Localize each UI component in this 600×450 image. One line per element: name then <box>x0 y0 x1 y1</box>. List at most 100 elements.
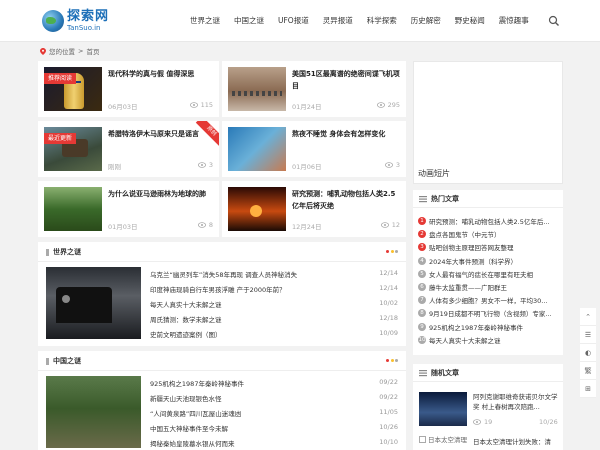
list-item[interactable]: 乌克兰“幽灵列车”消失58年再现 调查人员神秘消失 <box>150 269 297 279</box>
view-count: 3 <box>384 161 400 169</box>
view-count: 12 <box>380 221 400 229</box>
list-item[interactable]: 史前文明遗迹案例（图） <box>150 329 222 339</box>
list-item[interactable]: 每天人真实十大未解之谜 <box>150 299 222 309</box>
list-item[interactable]: 中国五大神秘事件至今未解 <box>150 423 228 433</box>
random-post-title[interactable]: 阿列克谢耶维奇获诺贝尔文学奖 村上春树再次陪跑... <box>473 392 559 412</box>
hot-article-item[interactable]: 2 盘点各国鬼节（中元节） <box>418 229 501 239</box>
hot-article-title: 每天人真实十大未解之谜 <box>429 336 501 345</box>
dark-mode-icon[interactable]: ◐ <box>580 344 596 362</box>
eye-icon <box>380 222 389 228</box>
hot-article-title: 贴吧创物主原理回答网友整理 <box>429 244 514 253</box>
section-marker <box>46 358 49 365</box>
nav-item-paranormal[interactable]: 灵异报道 <box>323 0 353 42</box>
eye-icon <box>197 162 206 168</box>
rank-badge: 7 <box>418 296 426 305</box>
hot-article-title: 盘点各国鬼节（中元节） <box>429 231 501 240</box>
more-dots-icon[interactable] <box>385 359 398 362</box>
site-logo[interactable]: 探索网 TanSuo.in <box>42 5 142 37</box>
rank-badge: 4 <box>418 256 426 265</box>
sunset-image <box>228 187 286 231</box>
nav-item-shocking[interactable]: 震惊趣事 <box>499 0 529 42</box>
latest-update-tag: 最近更新 <box>44 133 77 144</box>
hot-article-title: 藤牛太监重贯——广阳群王 <box>429 284 507 292</box>
search-icon[interactable] <box>548 15 560 27</box>
list-item[interactable]: 印度神庙现骑自行车男孩浮雕 产于2000年前？ <box>150 284 286 294</box>
hot-article-item[interactable]: 3 贴吧创物主原理回答网友整理 <box>418 242 514 252</box>
view-count: 295 <box>376 101 400 109</box>
nav-item-unofficial-history[interactable]: 野史秘闻 <box>455 0 485 42</box>
list-item[interactable]: 揭秘秦始皇陵墓水银从何而来 <box>150 438 235 448</box>
hot-article-title: 925机构之1987年秦岭神秘事件 <box>429 323 523 332</box>
featured-card[interactable]: 最近更新 原创 希腊特洛伊木马原来只是谣言 刚刚 3 <box>38 121 219 177</box>
hot-article-item[interactable]: 10 每天人真实十大未解之谜 <box>418 335 501 345</box>
featured-card[interactable]: 熬夜不睡觉 身体会有怎样变化 01月06日 3 <box>222 121 406 177</box>
nav-item-ufo[interactable]: UFO报道 <box>278 0 309 42</box>
nav-item-history[interactable]: 历史解密 <box>411 0 441 42</box>
hot-article-item[interactable]: 1 研究预测：哺乳动物包括人类2.5亿年后... <box>418 216 550 226</box>
section-title[interactable]: 世界之谜 <box>53 247 81 257</box>
rank-badge: 10 <box>418 335 426 344</box>
rank-badge: 2 <box>418 230 426 239</box>
list-item-date: 09/22 <box>379 393 398 401</box>
ad-banner[interactable]: 动画短片 <box>413 61 563 184</box>
rank-badge: 5 <box>418 269 426 278</box>
qrcode-icon[interactable]: ⊞ <box>580 380 596 398</box>
nav-item-world[interactable]: 世界之谜 <box>190 0 220 42</box>
breadcrumb-home-link[interactable]: 首页 <box>86 46 99 56</box>
hot-article-item[interactable]: 9 925机构之1987年秦岭神秘事件 <box>418 322 523 332</box>
random-post-title[interactable]: 日本太空清理计划失败：清 <box>473 436 551 446</box>
view-count: 3 <box>197 161 213 169</box>
post-title[interactable]: 为什么说亚马逊雨林为地球的肺 <box>108 188 214 200</box>
traditional-chinese-toggle[interactable]: 繁 <box>580 362 596 380</box>
nav-item-china[interactable]: 中国之谜 <box>234 0 264 42</box>
list-item[interactable]: “人间黄泉路”四川瓦屋山迷魂凼 <box>150 408 241 418</box>
post-date: 01月03日 <box>108 223 138 231</box>
hot-article-item[interactable]: 6 藤牛太监重贯——广阳群王 <box>418 282 507 292</box>
trojan-horse-image: 最近更新 <box>44 127 102 171</box>
hot-articles-widget: 热门文章 1 研究预测：哺乳动物包括人类2.5亿年后... 2 盘点各国鬼节（中元节）… <box>413 190 563 355</box>
rank-badge: 3 <box>418 243 426 252</box>
hot-article-item[interactable]: 8 9月19日成都不明飞行物（含视频）专家... <box>418 308 552 318</box>
hot-article-item[interactable]: 5 女人最有福气的痣长在哪里有旺夫相 <box>418 269 533 279</box>
world-mysteries-section: 世界之谜 乌克兰“幽灵列车”消失58年再现 调查人员神秘消失 12/14 印度神庙现… <box>38 242 406 346</box>
list-item[interactable]: 周氏猜测：数学未解之谜 <box>150 314 222 324</box>
recommended-tag: 推荐阅读 <box>44 73 77 84</box>
post-title[interactable]: 美国51区最离谱的绝密间谍飞机项目 <box>292 68 402 92</box>
hot-article-title: 人体有多少细胞？男女不一样，平均30... <box>429 297 548 306</box>
post-title[interactable]: 现代科学的真与假 值得深思 <box>108 68 214 80</box>
featured-card[interactable]: 为什么说亚马逊雨林为地球的肺 01月03日 8 <box>38 181 219 237</box>
rainforest-image <box>44 187 102 231</box>
hot-article-title: 9月19日成都不明飞行物（含视频）专家... <box>429 310 552 319</box>
list-icon <box>419 196 427 203</box>
nav-item-science[interactable]: 科学探索 <box>367 0 397 42</box>
post-date: 06月03日 <box>108 103 138 111</box>
location-icon <box>40 47 46 55</box>
menu-icon[interactable]: ☰ <box>580 326 596 344</box>
list-item-date: 10/09 <box>379 329 398 337</box>
list-item-date: 12/14 <box>379 284 398 292</box>
logo-subtitle: TanSuo.in <box>67 24 101 32</box>
list-item-date: 10/02 <box>379 299 398 307</box>
hot-article-item[interactable]: 7 人体有多少细胞？男女不一样，平均30... <box>418 295 547 305</box>
post-date: 01月24日 <box>292 103 322 111</box>
featured-card[interactable]: 研究预测：哺乳动物包括人类2.5亿年后将灭绝 12月24日 12 <box>222 181 406 237</box>
section-marker <box>46 249 49 256</box>
hot-articles-title: 热门文章 <box>431 195 459 203</box>
post-title[interactable]: 研究预测：哺乳动物包括人类2.5亿年后将灭绝 <box>292 188 402 212</box>
post-date: 01月06日 <box>292 163 322 171</box>
list-item-date: 12/18 <box>379 314 398 322</box>
random-articles-title: 随机文章 <box>431 369 459 377</box>
more-dots-icon[interactable] <box>385 250 398 253</box>
post-title[interactable]: 希腊特洛伊木马原来只是谣言 <box>108 128 208 140</box>
ghost-train-photo <box>46 267 141 339</box>
list-item[interactable]: 新疆天山天池现银色水怪 <box>150 393 222 403</box>
featured-card[interactable]: 推荐阅读 现代科学的真与假 值得深思 06月03日 115 <box>38 61 219 117</box>
hot-article-item[interactable]: 4 2024年大事件预测（科学界） <box>418 256 517 266</box>
back-to-top-icon[interactable]: ⌃ <box>580 308 596 326</box>
china-mysteries-section: 中国之谜 925机构之1987年秦岭神秘事件 09/22 新疆天山天池现银色水怪 09… <box>38 351 406 450</box>
post-title[interactable]: 熬夜不睡觉 身体会有怎样变化 <box>292 128 402 140</box>
section-title[interactable]: 中国之谜 <box>53 356 81 366</box>
floating-toolbar: ⌃ ☰ ◐ 繁 ⊞ <box>580 308 596 398</box>
featured-card[interactable]: 美国51区最离谱的绝密间谍飞机项目 01月24日 295 <box>222 61 406 117</box>
list-item[interactable]: 925机构之1987年秦岭神秘事件 <box>150 378 244 388</box>
